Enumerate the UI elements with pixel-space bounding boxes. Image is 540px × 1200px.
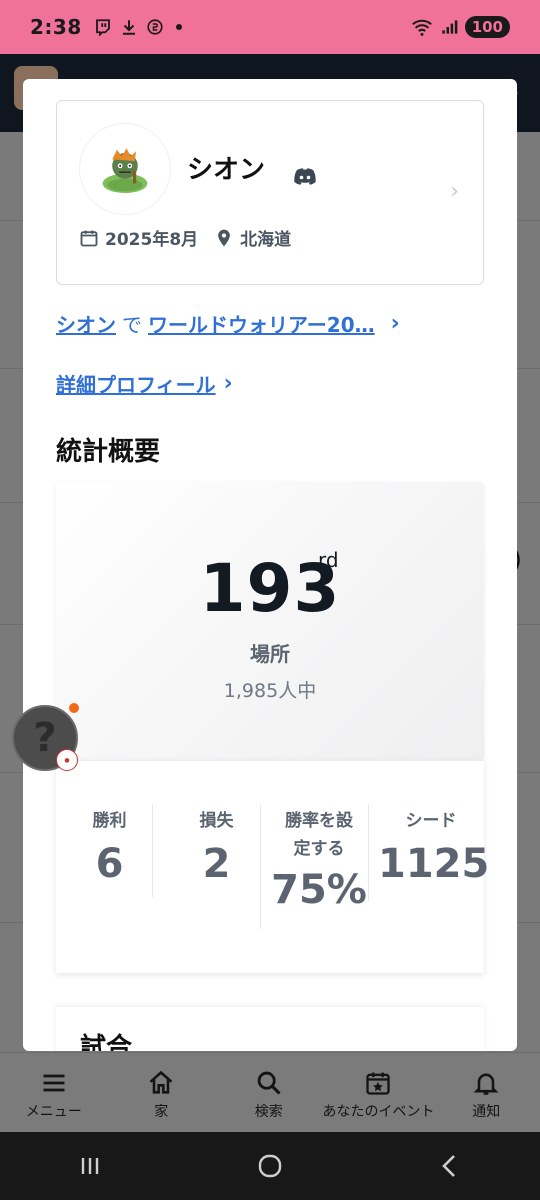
- stat-divider: [368, 805, 369, 901]
- rank-total: 1,985人中: [223, 680, 317, 702]
- nav-your-events-label: あなたのイベント: [322, 1104, 433, 1120]
- stat-seed-label: シード: [405, 811, 457, 831]
- rank-number: 193: [199, 550, 341, 627]
- detailed-profile-link[interactable]: 詳細プロフィール ›: [56, 369, 233, 398]
- stat-wins-label: 勝利: [92, 811, 127, 831]
- nav-notifications[interactable]: 通知: [433, 1053, 540, 1132]
- nav-search-label: 検索: [254, 1104, 283, 1120]
- joined-date: 2025年8月: [105, 230, 199, 250]
- stat-win-rate: 勝率を設定する 75%: [266, 761, 372, 913]
- stat-divider: [152, 805, 153, 897]
- signal-icon: [442, 20, 458, 34]
- sync-icon: [147, 19, 163, 35]
- detailed-profile-label: 詳細プロフィール: [56, 373, 216, 397]
- nav-search[interactable]: 検索: [215, 1053, 323, 1132]
- profile-modal: シオン › 2025年8月 北海道 シオン で ワールドウォリアー20… › 詳…: [23, 79, 517, 1051]
- stat-win-rate-value: 75%: [271, 867, 367, 913]
- stats-section-title: 統計概要: [56, 437, 161, 467]
- event-connector: で: [122, 313, 142, 337]
- wifi-icon: [411, 19, 432, 36]
- calendar-star-icon: [365, 1072, 390, 1095]
- avatar-icon: [79, 123, 171, 215]
- dot-icon: [175, 24, 182, 30]
- help-question-icon: ?: [33, 715, 57, 761]
- discord-icon[interactable]: [293, 167, 317, 187]
- event-chevron-icon: ›: [390, 311, 400, 336]
- profile-meta: 2025年8月 北海道: [79, 225, 291, 250]
- nav-your-events[interactable]: あなたのイベント: [323, 1053, 433, 1132]
- nav-menu[interactable]: メニュー: [0, 1053, 108, 1132]
- card-chevron-icon: ›: [450, 179, 459, 204]
- rank-panel: 193 rd 場所 1,985人中: [56, 482, 484, 760]
- home-icon: [149, 1070, 173, 1094]
- home-circle-icon[interactable]: [255, 1151, 285, 1181]
- calendar-icon: [80, 230, 98, 246]
- stat-losses: 損失 2: [163, 761, 270, 887]
- nav-menu-label: メニュー: [25, 1104, 82, 1120]
- nav-notifications-label: 通知: [472, 1104, 501, 1120]
- search-icon: [257, 1071, 281, 1095]
- stat-seed-value: 1125: [378, 841, 490, 887]
- bottom-navigation: メニュー 家 検索 あなたのイベント 通知: [0, 1052, 540, 1132]
- stats-panel: 勝利 6 損失 2 勝率を設定する 75% シード 1125: [56, 760, 490, 973]
- detailed-profile-chevron-icon: ›: [223, 371, 233, 396]
- bell-icon: [473, 1073, 499, 1095]
- help-badge-icon: ●: [56, 749, 78, 771]
- rank-suffix: rd: [318, 548, 339, 572]
- nav-home-label: 家: [154, 1104, 169, 1120]
- recent-apps-icon[interactable]: [75, 1151, 105, 1181]
- matches-title: 試合: [80, 1033, 133, 1051]
- status-bar: 2:38 100: [0, 0, 540, 54]
- status-system-icons: 100: [411, 16, 510, 38]
- profile-card[interactable]: シオン › 2025年8月 北海道: [56, 100, 484, 285]
- location: 北海道: [240, 230, 292, 250]
- stat-seed: シード 1125: [378, 761, 490, 887]
- menu-icon: [43, 1074, 65, 1092]
- user-name: シオン: [187, 155, 266, 185]
- status-time: 2:38: [30, 15, 82, 39]
- nav-home[interactable]: 家: [108, 1053, 216, 1132]
- event-name[interactable]: ワールドウォリアー20…: [148, 309, 375, 338]
- stat-wins-value: 6: [95, 841, 124, 887]
- notification-dot-icon: [69, 703, 79, 713]
- event-player-name[interactable]: シオン: [56, 309, 116, 338]
- stat-divider: [260, 805, 261, 929]
- stat-losses-label: 損失: [199, 811, 234, 831]
- status-notification-icons: [94, 18, 182, 36]
- matches-card: 試合: [56, 1007, 484, 1051]
- event-participation-link[interactable]: シオン で ワールドウォリアー20… ›: [56, 309, 400, 338]
- rank-label: 場所: [250, 642, 290, 666]
- battery-indicator: 100: [464, 16, 510, 38]
- back-icon[interactable]: [435, 1151, 465, 1181]
- stat-losses-value: 2: [202, 841, 231, 887]
- download-icon: [122, 20, 135, 35]
- system-navigation-bar: [0, 1132, 540, 1200]
- location-pin-icon: [218, 229, 230, 246]
- stat-win-rate-label: 勝率を設定する: [285, 811, 353, 859]
- stat-wins: 勝利 6: [56, 761, 163, 887]
- twitch-icon: [95, 19, 110, 36]
